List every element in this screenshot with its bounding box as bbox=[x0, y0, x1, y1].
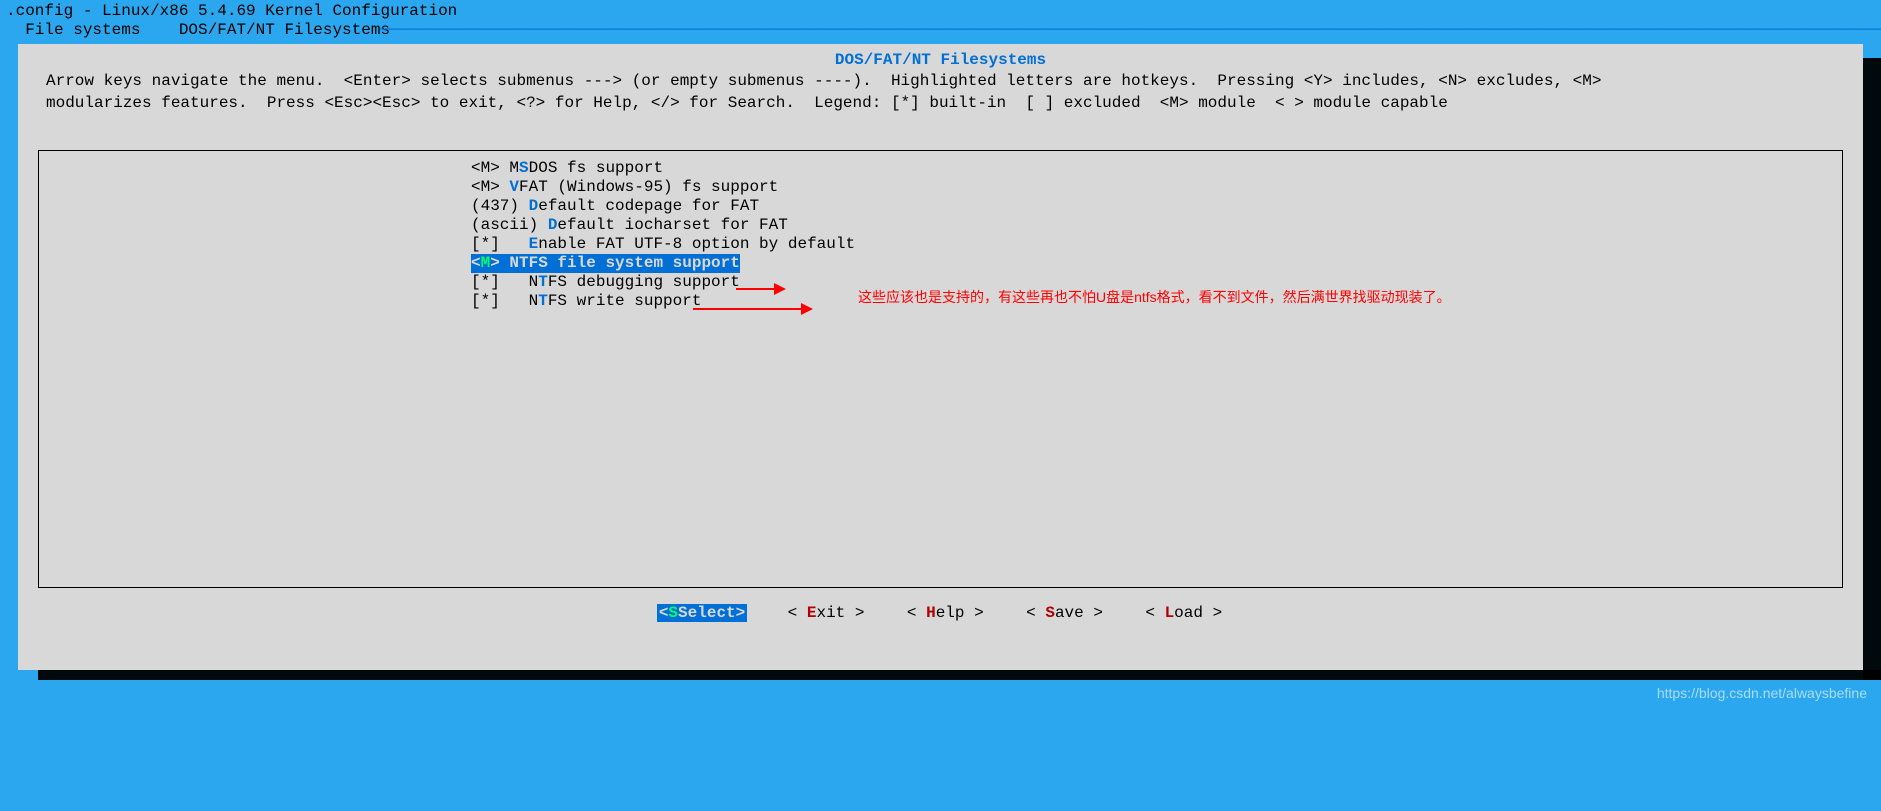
annotation-text: 这些应该也是支持的，有这些再也不怕U盘是ntfs格式，看不到文件，然后满世界找驱… bbox=[858, 287, 1451, 307]
shadow-bottom bbox=[38, 670, 1881, 680]
arrow-annotation-1 bbox=[736, 283, 786, 295]
window-title: .config - Linux/x86 5.4.69 Kernel Config… bbox=[0, 0, 1881, 21]
options-list: <M> MSDOS fs support <M> VFAT (Windows-9… bbox=[38, 150, 1843, 588]
load-button[interactable]: < Load > bbox=[1143, 604, 1224, 622]
help-button[interactable]: < Help > bbox=[905, 604, 986, 622]
option-fat-utf8[interactable]: [*] Enable FAT UTF-8 option by default bbox=[39, 235, 1842, 254]
option-default-codepage[interactable]: (437) Default codepage for FAT bbox=[39, 197, 1842, 216]
option-msdos-fs[interactable]: <M> MSDOS fs support bbox=[39, 159, 1842, 178]
help-text-line2: modularizes features. Press <Esc><Esc> t… bbox=[38, 92, 1843, 114]
breadcrumb: File systems DOS/FAT/NT Filesystems ────… bbox=[0, 21, 1881, 40]
help-text-line1: Arrow keys navigate the menu. <Enter> se… bbox=[38, 70, 1843, 92]
option-vfat-fs[interactable]: <M> VFAT (Windows-95) fs support bbox=[39, 178, 1842, 197]
select-button[interactable]: <SSelect> bbox=[657, 604, 747, 622]
arrow-annotation-2 bbox=[693, 303, 813, 315]
button-bar: <SSelect> < Exit > < Help > < Save > < L… bbox=[38, 604, 1843, 622]
option-ntfs-fs[interactable]: <M> NTFS file system support bbox=[471, 254, 740, 273]
exit-button[interactable]: < Exit > bbox=[786, 604, 867, 622]
save-button[interactable]: < Save > bbox=[1024, 604, 1105, 622]
option-default-iocharset[interactable]: (ascii) Default iocharset for FAT bbox=[39, 216, 1842, 235]
panel-title: DOS/FAT/NT Filesystems bbox=[38, 50, 1843, 70]
main-panel: DOS/FAT/NT Filesystems Arrow keys naviga… bbox=[18, 44, 1863, 670]
watermark: https://blog.csdn.net/alwaysbefine bbox=[1657, 685, 1867, 701]
shadow-right bbox=[1863, 58, 1881, 680]
